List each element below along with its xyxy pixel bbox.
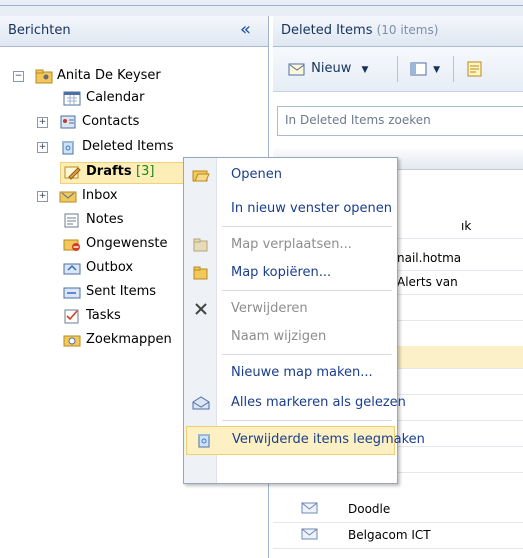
folder-header: Deleted Items (10 items) [273,16,523,47]
menu-item-label: Naam wijzigen [231,329,327,344]
menu-item-empty-deleted[interactable]: Verwijderde items leegmaken [186,426,425,455]
envelope-read-icon [192,395,210,411]
menu-separator [222,290,392,291]
delete-x-icon [192,301,210,317]
folder-account-icon [35,68,53,84]
chevron-down-icon[interactable]: ▼ [362,65,369,75]
recycle-bin-icon [59,139,77,155]
toolbar-separator [397,56,398,82]
menu-item-label: Nieuwe map maken... [231,365,373,380]
top-strip [0,0,523,16]
menu-item-mark-all-read[interactable]: Alles markeren als gelezen [184,390,406,417]
collapse-icon[interactable]: − [13,71,24,82]
toolbar-separator [453,56,454,82]
notes-icon [63,212,81,228]
menu-item-label: In nieuw venster openen [231,201,393,216]
table-row[interactable]: Doodle [273,496,523,523]
collapse-pane-icon[interactable]: « [240,19,251,40]
unread-count: [3] [136,164,155,179]
menu-item-label: Alles markeren als gelezen [231,395,406,410]
view-button[interactable]: ▼ [409,58,440,80]
new-button-label: Nieuw [311,61,352,76]
context-menu: Openen In nieuw venster openen Map verpl… [183,157,425,484]
search-placeholder: In Deleted Items zoeken [285,113,431,127]
message-fragment: nail.hotma [397,251,462,265]
open-folder-icon [192,167,210,183]
menu-item-new-folder[interactable]: Nieuwe map maken... [184,360,397,387]
navigation-pane-title: Berichten [8,23,71,38]
menu-separator [222,354,392,355]
search-folder-icon [63,332,81,348]
tree-item-label: Zoekmappen [86,332,172,347]
menu-item-rename: Naam wijzigen [184,324,397,351]
menu-item-copy-folder[interactable]: Map kopiëren... [184,260,397,287]
tree-item-label: Contacts [82,114,140,129]
contacts-icon [59,114,77,130]
outbox-icon [63,260,81,276]
new-button[interactable]: Nieuw ▼ [287,58,368,80]
tree-item-label: Ongewenste [86,236,168,251]
drafts-icon [63,164,81,180]
menu-separator [222,226,392,227]
menu-item-open[interactable]: Openen [184,162,397,189]
expand-icon[interactable]: + [37,191,48,202]
inbox-icon [59,188,77,204]
menu-item-label: Verwijderen [231,301,308,316]
tree-item-label: Deleted Items [82,139,174,154]
note-icon [467,61,482,76]
tree-item-calendar[interactable]: Calendar [0,88,268,108]
message-fragment: Alerts van [397,275,458,289]
menu-item-label: Map verplaatsen... [231,237,352,252]
menu-item-move-folder: Map verplaatsen... [184,232,397,259]
junk-icon [63,236,81,252]
navigation-pane-header: Berichten « [0,16,268,47]
menu-separator [222,420,392,421]
sent-items-icon [63,284,81,300]
menu-item-open-new-window[interactable]: In nieuw venster openen [184,196,397,223]
tree-item-label: Outbox [86,260,134,275]
note-button[interactable] [465,58,485,80]
table-row[interactable]: Belgacom ICT [273,522,523,549]
menu-item-label: Verwijderde items leegmaken [232,432,425,447]
tree-item-label: Sent Items [86,284,157,299]
calendar-icon [63,90,81,106]
tree-item-deleted-items[interactable]: + Deleted Items [0,137,268,157]
toolbar: Nieuw ▼ ▼ [273,47,523,92]
message-sender: Belgacom ICT [348,528,431,542]
envelope-icon [301,501,319,518]
recycle-bin-icon [195,432,213,448]
tree-item-label: Calendar [86,90,145,105]
menu-item-label: Map kopiëren... [231,265,332,280]
message-fragment: ık [461,219,472,233]
tree-item-contacts[interactable]: + Contacts [0,112,268,132]
copy-folder-icon [192,265,210,281]
expand-icon[interactable]: + [37,117,48,128]
folder-name: Deleted Items [281,23,373,38]
top-divider [0,5,523,6]
menu-item-delete: Verwijderen [184,296,397,323]
move-folder-icon [192,237,210,253]
tasks-icon [63,308,81,324]
tree-item-label: Tasks [86,308,121,323]
tree-item-label: Drafts [86,164,132,179]
menu-item-label: Openen [231,167,282,182]
tree-item-account[interactable]: − Anita De Keyser [0,66,268,86]
envelope-icon [301,527,319,544]
search-input[interactable]: In Deleted Items zoeken [277,106,523,136]
expand-icon[interactable]: + [37,142,48,153]
item-count: (10 items) [376,23,439,37]
chevron-down-icon[interactable]: ▼ [433,65,440,75]
folder-title: Deleted Items (10 items) [281,23,438,38]
tree-item-label: Notes [86,212,124,227]
tree-item-label: Anita De Keyser [57,68,161,83]
message-sender: Doodle [348,502,391,516]
tree-item-label: Inbox [82,188,118,203]
layout-icon [410,62,427,75]
